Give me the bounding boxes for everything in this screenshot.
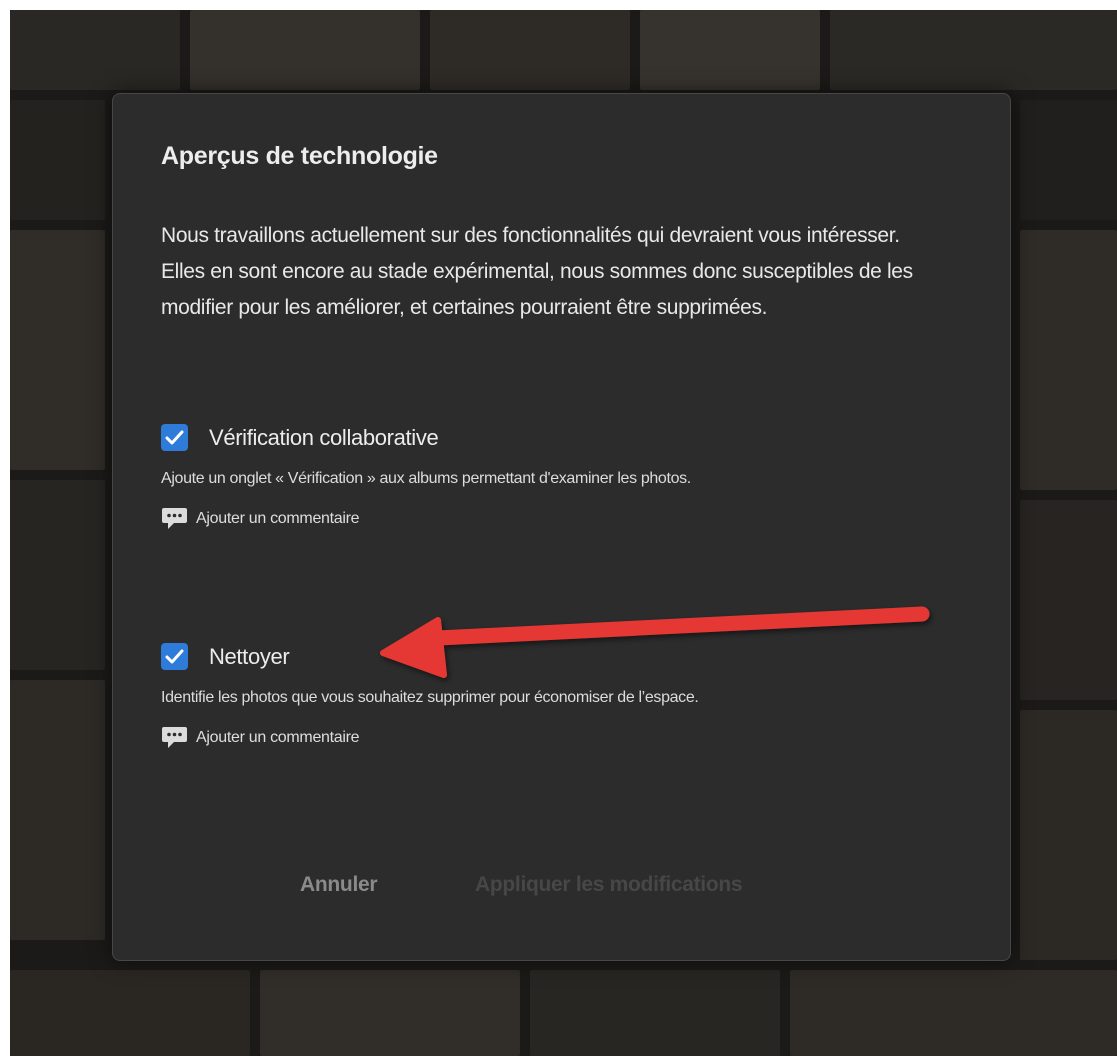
photo-tile bbox=[10, 680, 105, 940]
photo-tile bbox=[830, 10, 1117, 90]
photo-tile bbox=[530, 970, 780, 1056]
checkmark-icon bbox=[165, 649, 184, 664]
feature-header: Vérification collaborative bbox=[161, 424, 881, 451]
feature-checkbox-cleanup[interactable] bbox=[161, 643, 188, 670]
photo-tile bbox=[1020, 230, 1117, 490]
photo-tile bbox=[430, 10, 630, 90]
add-comment-label: Ajouter un commentaire bbox=[196, 729, 360, 746]
dialog-title: Aperçus de technologie bbox=[161, 142, 438, 170]
photo-tile bbox=[10, 480, 105, 670]
photo-tile bbox=[10, 230, 105, 470]
feature-collaborative-review: Vérification collaborative Ajoute un ong… bbox=[161, 424, 881, 532]
photo-tile bbox=[10, 100, 105, 220]
feature-name: Vérification collaborative bbox=[209, 424, 439, 450]
photo-tile bbox=[260, 970, 520, 1056]
photo-tile bbox=[790, 970, 1117, 1056]
add-comment-link[interactable]: Ajouter un commentaire bbox=[161, 506, 881, 532]
photo-tile bbox=[1020, 710, 1117, 960]
photo-tile bbox=[640, 10, 820, 90]
cancel-button[interactable]: Annuler bbox=[300, 873, 378, 897]
feature-cleanup: Nettoyer Identifie les photos que vous s… bbox=[161, 643, 881, 751]
checkmark-icon bbox=[165, 430, 184, 445]
photo-tile bbox=[10, 10, 180, 90]
feature-description: Ajoute un onglet « Vérification » aux al… bbox=[161, 470, 691, 487]
technology-previews-dialog: Aperçus de technologie Nous travaillons … bbox=[112, 93, 1011, 961]
photo-tile bbox=[10, 970, 250, 1056]
feature-header: Nettoyer bbox=[161, 643, 881, 670]
speech-bubble-icon bbox=[162, 727, 187, 748]
add-comment-link[interactable]: Ajouter un commentaire bbox=[161, 725, 881, 751]
photo-tile bbox=[1020, 500, 1117, 700]
apply-changes-button[interactable]: Appliquer les modifications bbox=[475, 873, 743, 897]
photo-tile bbox=[190, 10, 420, 90]
feature-name: Nettoyer bbox=[209, 643, 290, 669]
photo-tile bbox=[1020, 100, 1117, 220]
speech-bubble-icon bbox=[162, 508, 187, 529]
feature-description: Identifie les photos que vous souhaitez … bbox=[161, 689, 699, 706]
dialog-intro-text: Nous travaillons actuellement sur des fo… bbox=[161, 224, 913, 319]
add-comment-label: Ajouter un commentaire bbox=[196, 510, 360, 527]
feature-checkbox-collaborative-review[interactable] bbox=[161, 424, 188, 451]
